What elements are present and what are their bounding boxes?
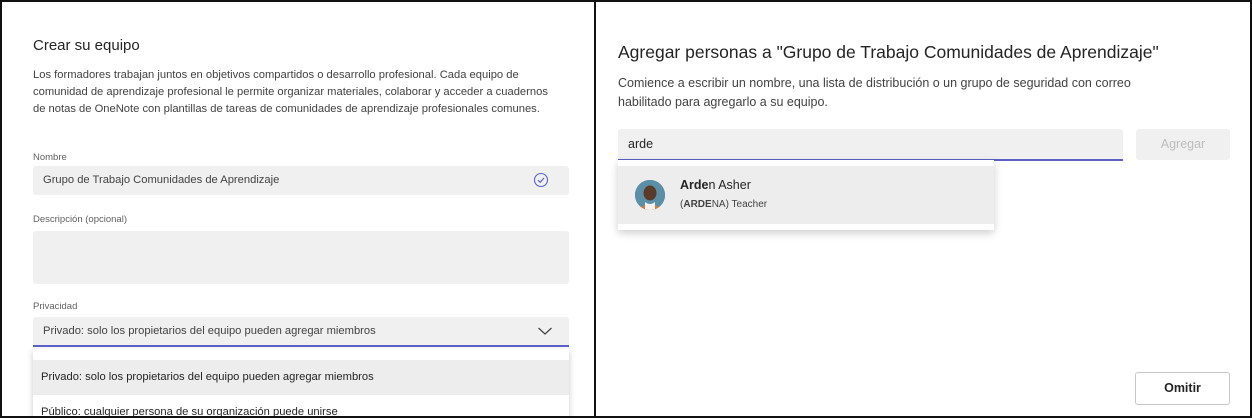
privacy-label: Privacidad bbox=[33, 301, 78, 312]
name-input[interactable]: Grupo de Trabajo Comunidades de Aprendiz… bbox=[33, 166, 569, 195]
check-circle-icon bbox=[533, 172, 549, 188]
chevron-down-icon[interactable] bbox=[537, 325, 553, 337]
privacy-selected-value: Privado: solo los propietarios del equip… bbox=[43, 325, 376, 337]
privacy-select[interactable]: Privado: solo los propietarios del equip… bbox=[33, 317, 569, 347]
people-suggestions: Arden Asher (ARDENA) Teacher bbox=[618, 160, 994, 230]
avatar bbox=[635, 180, 665, 210]
person-photo-icon bbox=[635, 180, 665, 210]
suggestion-item[interactable]: Arden Asher (ARDENA) Teacher bbox=[618, 166, 994, 224]
skip-button[interactable]: Omitir bbox=[1135, 372, 1230, 405]
dialog-title: Agregar personas a "Grupo de Trabajo Com… bbox=[618, 42, 1159, 62]
suggestion-name: Arden Asher bbox=[680, 178, 751, 192]
add-button[interactable]: Agregar bbox=[1136, 129, 1230, 160]
people-search-value: arde bbox=[628, 137, 654, 151]
description-input[interactable] bbox=[33, 231, 569, 284]
dialog-title: Crear su equipo bbox=[33, 37, 140, 54]
name-value: Grupo de Trabajo Comunidades de Aprendiz… bbox=[43, 174, 280, 186]
suggestion-alias: (ARDENA) Teacher bbox=[680, 199, 768, 210]
privacy-option-public[interactable]: Público: cualquier persona de su organiz… bbox=[33, 395, 569, 416]
description-label: Descripción (opcional) bbox=[33, 214, 127, 225]
people-search-input[interactable]: arde bbox=[618, 129, 1123, 161]
dialog-description: Los formadores trabajan juntos en objeti… bbox=[33, 69, 548, 115]
create-team-dialog: Crear su equipo Los formadores trabajan … bbox=[0, 0, 596, 418]
add-people-dialog: Agregar personas a "Grupo de Trabajo Com… bbox=[594, 0, 1252, 418]
privacy-dropdown: Privado: solo los propietarios del equip… bbox=[33, 349, 569, 416]
dialog-description: Comience a escribir un nombre, una lista… bbox=[618, 76, 1131, 109]
name-label: Nombre bbox=[33, 152, 67, 163]
privacy-option-private[interactable]: Privado: solo los propietarios del equip… bbox=[33, 360, 569, 395]
